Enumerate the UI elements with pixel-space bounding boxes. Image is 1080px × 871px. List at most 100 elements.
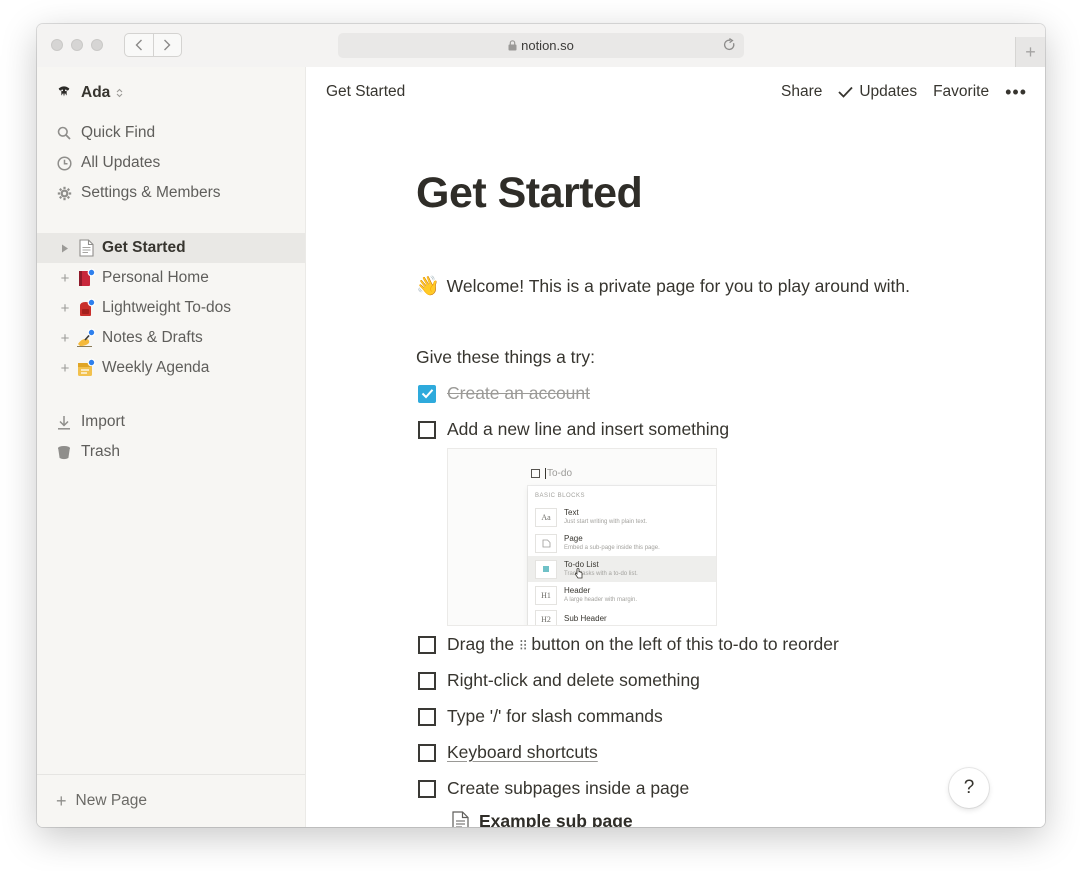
updates-label: Updates — [859, 83, 918, 100]
subpage-title: Example sub page — [479, 811, 633, 827]
page-actions: Share Updates Favorite ••• — [781, 83, 1027, 101]
plus-icon: + — [56, 790, 67, 811]
checkbox[interactable] — [418, 743, 436, 762]
checkbox-checked[interactable] — [418, 384, 436, 403]
welcome-block[interactable]: 👋 Welcome! This is a private page for yo… — [416, 274, 910, 298]
address-bar[interactable]: notion.so — [338, 33, 744, 58]
image-block-menu: BASIC BLOCKS Aa Text Just start writing w… — [528, 486, 716, 625]
gear-icon — [56, 185, 72, 201]
sidebar-page-notes-drafts[interactable]: + Notes & Drafts — [37, 323, 305, 353]
close-window-button[interactable] — [51, 39, 63, 51]
waving-hand-icon: 👋 — [416, 276, 440, 297]
intro-text[interactable]: Give these things a try: — [416, 347, 595, 368]
sidebar-item-import[interactable]: Import — [37, 407, 305, 437]
checkmark-icon — [838, 86, 854, 98]
new-tab-button[interactable]: + — [1015, 37, 1045, 67]
calendar-icon — [76, 358, 96, 378]
more-options-button[interactable]: ••• — [1005, 83, 1027, 101]
workspace-name: Ada — [81, 84, 111, 101]
page-title[interactable]: Get Started — [416, 169, 643, 218]
image-item-desc: A large header with margin. — [564, 597, 638, 603]
todo-item: Keyboard shortcuts — [418, 742, 598, 763]
hand-cursor-icon — [574, 568, 583, 579]
chevron-updown-icon — [116, 88, 123, 98]
checkbox[interactable] — [418, 779, 436, 798]
share-button[interactable]: Share — [781, 83, 822, 101]
todo-text[interactable]: Right-click and delete something — [447, 670, 700, 691]
new-page-button[interactable]: + New Page — [37, 774, 305, 827]
text-caret — [545, 468, 546, 479]
browser-toolbar: notion.so + — [37, 24, 1045, 68]
sidebar-item-all-updates[interactable]: All Updates — [37, 148, 305, 178]
todo-text[interactable]: Create an account — [447, 383, 590, 404]
page-topbar: Get Started Share Updates Favorite ••• — [306, 67, 1045, 117]
todo-text-part: Drag the — [447, 634, 515, 654]
todo-text-part: button on the left of this to-do to reor… — [531, 634, 839, 654]
sidebar-item-trash[interactable]: Trash — [37, 437, 305, 467]
updates-button[interactable]: Updates — [838, 83, 917, 101]
checkbox[interactable] — [418, 635, 436, 654]
help-button[interactable]: ? — [949, 768, 989, 808]
sidebar-page-label: Weekly Agenda — [102, 359, 210, 376]
writing-hand-icon — [76, 328, 96, 348]
trash-icon — [56, 444, 72, 460]
checkbox[interactable] — [418, 707, 436, 726]
workspace-avatar-icon — [56, 85, 72, 101]
todo-text[interactable]: Create subpages inside a page — [447, 778, 689, 799]
welcome-text: Welcome! This is a private page for you … — [446, 275, 911, 296]
plus-icon[interactable]: + — [57, 300, 73, 317]
book-icon — [76, 268, 96, 288]
checkbox[interactable] — [418, 671, 436, 690]
todo-item: Create subpages inside a page — [418, 778, 689, 799]
image-item-title: Sub Header — [564, 614, 607, 623]
document-icon — [452, 811, 469, 827]
sidebar-item-quick-find[interactable]: Quick Find — [37, 118, 305, 148]
todo-item: Drag the ⁝⁝ button on the left of this t… — [418, 634, 839, 655]
image-item-title: Page — [564, 534, 583, 543]
sidebar-page-get-started[interactable]: Get Started — [37, 233, 305, 263]
backpack-icon — [76, 298, 96, 318]
reload-button[interactable] — [723, 38, 736, 52]
favorite-button[interactable]: Favorite — [933, 83, 989, 101]
sidebar-page-label: Get Started — [102, 239, 186, 256]
checkbox[interactable] — [418, 420, 436, 439]
text-block-icon: Aa — [535, 507, 557, 527]
todo-text[interactable]: Type '/' for slash commands — [447, 706, 663, 727]
image-todo-line: To-do — [531, 468, 572, 479]
minimize-window-button[interactable] — [71, 39, 83, 51]
zoom-window-button[interactable] — [91, 39, 103, 51]
sidebar-page-personal-home[interactable]: + Personal Home — [37, 263, 305, 293]
browser-window: notion.so + Ada Quick Find All Updates S… — [37, 24, 1045, 827]
new-page-label: New Page — [75, 792, 148, 809]
chevron-right-icon — [164, 39, 171, 51]
drag-handle-icon: ⁝⁝ — [519, 637, 527, 654]
plus-icon[interactable]: + — [57, 330, 73, 347]
image-menu-item: H1 Header A large header with margin. — [528, 582, 716, 608]
subheader-block-icon: H2 — [535, 609, 557, 625]
workspace-switcher[interactable]: Ada — [37, 78, 305, 108]
header-block-icon: H1 — [535, 585, 557, 605]
image-menu-item: To-do List Track tasks with a to-do list. — [528, 556, 716, 582]
breadcrumb[interactable]: Get Started — [326, 83, 405, 101]
todo-text[interactable]: Add a new line and insert something — [447, 419, 729, 440]
image-todo-placeholder: To-do — [547, 468, 573, 479]
triangle-right-icon[interactable] — [57, 244, 73, 253]
checkmark-icon — [421, 389, 433, 399]
sidebar-page-lightweight-todos[interactable]: + Lightweight To-dos — [37, 293, 305, 323]
subpage-link[interactable]: Example sub page — [452, 811, 633, 827]
image-menu-item: Aa Text Just start writing with plain tex… — [528, 504, 716, 530]
todo-block-icon — [535, 559, 557, 579]
todo-item: Add a new line and insert something — [418, 419, 729, 440]
sidebar-page-label: Lightweight To-dos — [102, 299, 231, 316]
forward-button[interactable] — [152, 34, 182, 56]
plus-icon[interactable]: + — [57, 270, 73, 287]
page-content: Get Started Share Updates Favorite ••• G… — [306, 67, 1045, 827]
keyboard-shortcuts-link[interactable]: Keyboard shortcuts — [447, 742, 598, 763]
todo-item: Right-click and delete something — [418, 670, 700, 691]
back-button[interactable] — [125, 34, 153, 56]
plus-icon[interactable]: + — [57, 360, 73, 377]
document-icon — [76, 238, 96, 258]
sidebar-item-settings[interactable]: Settings & Members — [37, 178, 305, 208]
sidebar-page-weekly-agenda[interactable]: + Weekly Agenda — [37, 353, 305, 383]
todo-text[interactable]: Drag the ⁝⁝ button on the left of this t… — [447, 634, 839, 655]
